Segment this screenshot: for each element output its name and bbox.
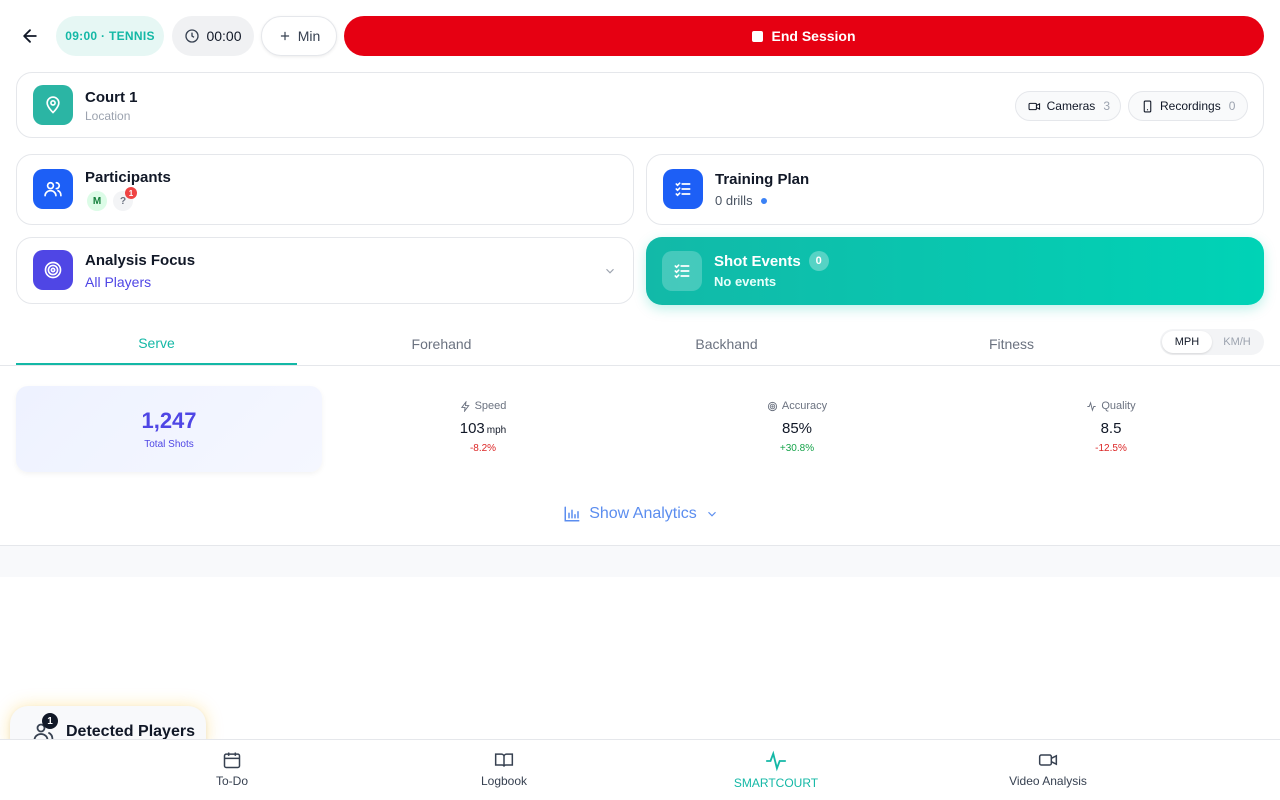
speed-label-text: Speed — [474, 400, 507, 412]
recordings-chip[interactable]: Recordings 0 — [1128, 91, 1248, 121]
nav-video-analysis-label: Video Analysis — [1009, 774, 1087, 788]
analysis-focus-title: Analysis Focus — [85, 252, 196, 269]
location-pin-icon — [33, 85, 73, 125]
total-shots-value: 1,247 — [141, 408, 197, 433]
phone-icon — [1143, 100, 1152, 112]
show-analytics-label: Show Analytics — [589, 505, 697, 522]
speed-unit: mph — [486, 425, 507, 436]
nav-smartcourt[interactable]: SMARTCOURT — [676, 750, 876, 790]
arrow-left-icon — [23, 29, 37, 43]
accuracy-delta: +30.8% — [779, 443, 815, 454]
target-icon — [33, 250, 73, 290]
speed-label: Speed — [383, 398, 583, 414]
accuracy-label: Accuracy — [697, 398, 897, 414]
shot-type-tabs: Serve Forehand Backhand Fitness — [16, 322, 1264, 366]
quality-label: Quality — [1011, 398, 1211, 414]
cameras-label: Cameras — [1046, 99, 1096, 113]
unit-mph-option[interactable]: MPH — [1162, 331, 1212, 353]
accuracy-value: 85% — [781, 420, 813, 437]
shot-events-title: Shot Events 0 — [714, 251, 829, 271]
training-plan-title: Training Plan — [715, 171, 810, 188]
recordings-label: Recordings — [1160, 99, 1221, 113]
back-button[interactable] — [16, 22, 44, 50]
nav-logbook-label: Logbook — [480, 774, 528, 788]
session-timer: 00:00 — [172, 16, 254, 56]
avatar[interactable]: M — [87, 191, 107, 211]
timer-value: 00:00 — [206, 28, 242, 44]
nav-logbook[interactable]: Logbook — [404, 750, 604, 788]
participants-title: Participants — [85, 169, 171, 186]
video-icon — [1038, 754, 1058, 766]
participants-card[interactable]: Participants M ? 1 — [16, 154, 634, 225]
lightning-icon — [460, 400, 470, 412]
video-camera-icon — [1028, 102, 1041, 110]
bottom-navigation: To-Do Logbook SMARTCOURT Video Analysis — [0, 739, 1280, 800]
calendar-icon — [223, 752, 241, 769]
end-session-label: End Session — [771, 28, 856, 44]
analysis-focus-card[interactable]: Analysis Focus All Players — [16, 237, 634, 304]
shot-events-subtitle: No events — [714, 274, 777, 289]
top-bar: 09:00 · TENNIS 00:00 Min End Session — [0, 0, 1280, 72]
tab-backhand[interactable]: Backhand — [586, 322, 867, 365]
cameras-count: 3 — [1103, 99, 1110, 113]
tab-forehand[interactable]: Forehand — [301, 322, 582, 365]
show-analytics-button[interactable]: Show Analytics — [556, 500, 726, 528]
end-session-button[interactable]: End Session — [344, 16, 1264, 56]
nav-smartcourt-label: SMARTCOURT — [733, 776, 819, 790]
nav-video-analysis[interactable]: Video Analysis — [948, 750, 1148, 788]
users-icon — [33, 169, 73, 209]
activity-icon — [765, 750, 787, 772]
nav-todo-label: To-Do — [215, 774, 248, 788]
speed-number: 103 — [459, 420, 485, 437]
status-dot — [760, 197, 767, 204]
court-subtitle: Location — [85, 109, 131, 123]
court-card[interactable]: Court 1 Location Cameras 3 Recordings 0 — [16, 72, 1264, 138]
checklist-icon — [663, 169, 703, 209]
shot-events-count: 0 — [808, 251, 829, 271]
quality-label-text: Quality — [1101, 400, 1136, 412]
speed-stat: Speed 103 mph -8.2% — [383, 398, 583, 454]
speed-delta: -8.2% — [469, 443, 497, 454]
checklist-icon — [662, 251, 702, 291]
clock-icon — [185, 29, 200, 43]
chevron-down-icon[interactable] — [603, 264, 617, 278]
accuracy-stat: Accuracy 85% +30.8% — [697, 398, 897, 454]
total-shots-card: 1,247 Total Shots — [16, 386, 322, 472]
court-title: Court 1 — [85, 89, 138, 106]
nav-todo[interactable]: To-Do — [132, 750, 332, 788]
unit-toggle[interactable]: MPH KM/H — [1160, 329, 1264, 355]
tabs-divider — [0, 365, 1280, 366]
bar-chart-icon — [564, 506, 580, 522]
chevron-down-icon — [707, 511, 716, 517]
plus-icon — [280, 31, 289, 41]
training-plan-card[interactable]: Training Plan 0 drills — [646, 154, 1264, 225]
analysis-focus-value: All Players — [85, 274, 152, 290]
unit-kmh-option[interactable]: KM/H — [1212, 331, 1262, 353]
shot-events-card[interactable]: Shot Events 0 No events — [646, 237, 1264, 305]
add-minute-label: Min — [297, 28, 321, 44]
total-shots-label: Total Shots — [144, 439, 194, 450]
drills-count: 0 drills — [715, 193, 753, 208]
quality-stat: Quality 8.5 -12.5% — [1011, 398, 1211, 454]
stop-icon — [752, 30, 764, 42]
recordings-count: 0 — [1228, 99, 1236, 113]
target-icon — [767, 401, 777, 411]
book-icon — [494, 753, 514, 767]
session-sport-label: 09:00 · TENNIS — [65, 29, 155, 43]
quality-delta: -12.5% — [1095, 443, 1127, 454]
section-footer — [0, 545, 1280, 577]
tab-serve[interactable]: Serve — [16, 322, 297, 365]
shot-events-label: Shot Events — [714, 252, 801, 270]
accuracy-label-text: Accuracy — [781, 400, 828, 412]
session-sport-pill: 09:00 · TENNIS — [56, 16, 164, 56]
cameras-chip[interactable]: Cameras 3 — [1015, 91, 1121, 121]
tab-fitness[interactable]: Fitness — [871, 322, 1152, 365]
add-minute-button[interactable]: Min — [261, 16, 337, 56]
training-plan-subtitle: 0 drills — [715, 193, 767, 208]
activity-icon — [1087, 400, 1096, 412]
detected-players-count: 1 — [42, 713, 58, 729]
speed-value: 103 mph — [383, 420, 583, 437]
quality-value: 8.5 — [1100, 420, 1122, 437]
participants-badge: 1 — [125, 187, 137, 199]
